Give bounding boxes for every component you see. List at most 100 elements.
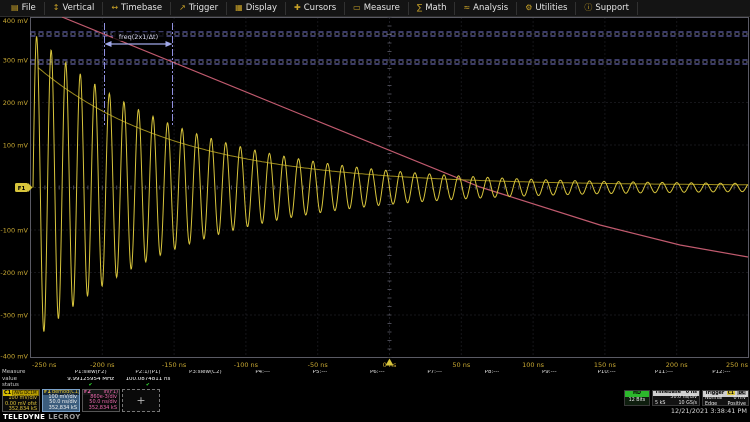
cursors-icon: ✚ — [294, 4, 301, 12]
measure-header-p5[interactable]: P5:--- — [291, 370, 348, 377]
y-axis-label: -100 mV — [0, 227, 28, 235]
measure-header-p2[interactable]: P2:1/(P1) — [119, 370, 176, 377]
trigger-box[interactable]: Trigger C1 DC Normal 0 mV Edge Positive — [702, 390, 749, 406]
menu-item-analysis[interactable]: ≈Analysis — [455, 2, 517, 15]
trace-descriptor-c1[interactable]: C1AVG DC1M100 mV/div0.00 mV ofst352,834 … — [2, 389, 40, 412]
y-axis-label: -200 mV — [0, 269, 28, 277]
x-axis-label: -250 ns — [32, 361, 57, 369]
measure-header-p6[interactable]: P6:--- — [349, 370, 406, 377]
x-axis-label: -150 ns — [162, 361, 187, 369]
y-axis-label: 400 mV — [3, 17, 29, 25]
measure-header-p3[interactable]: P3:slew(C2) — [177, 370, 234, 377]
measure-header-p11[interactable]: P11:--- — [635, 370, 692, 377]
zero-level-marker[interactable]: F1 — [15, 183, 33, 192]
utilities-icon: ⚙ — [525, 4, 532, 12]
trigger-mode: Normal — [705, 397, 722, 402]
measure-icon: ▭ — [353, 4, 361, 12]
measure-status-p4 — [234, 383, 291, 389]
measure-header-p4[interactable]: P4:--- — [234, 370, 291, 377]
measure-status-p6 — [349, 383, 406, 389]
x-axis-label: 200 ns — [666, 361, 689, 369]
y-axis-label: 100 mV — [3, 142, 29, 150]
measure-status-p12 — [693, 383, 750, 389]
y-axis-label: -300 mV — [0, 312, 28, 320]
menu-label: Measure — [364, 4, 400, 13]
timebase-scale: 50.0 ns/div — [670, 396, 697, 401]
x-axis-label: 250 ns — [726, 361, 749, 369]
vertical-icon: ↕ — [53, 4, 60, 12]
menu-item-vertical[interactable]: ↕Vertical — [45, 2, 104, 15]
trigger-icon: ↗ — [179, 4, 186, 12]
hd-mode-box[interactable]: HD 12 Bits — [624, 390, 650, 406]
y-axis-label: 300 mV — [3, 57, 29, 65]
menu-item-cursors[interactable]: ✚Cursors — [286, 2, 345, 15]
measure-status-p5 — [291, 383, 348, 389]
menu-label: Analysis — [473, 4, 508, 13]
measure-status-p3 — [177, 383, 234, 389]
menu-label: Support — [595, 4, 629, 13]
menu-label: Vertical — [63, 4, 95, 13]
menu-bar: ▤File↕Vertical↔Timebase↗Trigger▦Display✚… — [0, 0, 750, 17]
menu-item-display[interactable]: ▦Display — [227, 2, 286, 15]
timebase-rate: 10 GS/s — [678, 402, 697, 406]
arrowhead-right-icon — [166, 41, 173, 47]
math-icon: ∑ — [417, 4, 422, 12]
timebase-samples: 5 kS — [655, 402, 665, 406]
measure-header-p8[interactable]: P8:--- — [463, 370, 520, 377]
menu-item-timebase[interactable]: ↔Timebase — [103, 2, 171, 15]
x-axis-label: 150 ns — [594, 361, 617, 369]
measure-header-p1[interactable]: P1:slew(F2) — [62, 370, 119, 377]
y-axis-label: 200 mV — [3, 99, 29, 107]
trace-setting-2: 352,834 kS — [45, 406, 77, 411]
support-icon: ⓘ — [584, 4, 592, 12]
trace-descriptor-f2[interactable]: F2ln(F1)860e-3/div50.0 ns/div352,834 kS — [82, 389, 120, 412]
timebase-box[interactable]: Timebase 0 ns 50.0 ns/div 5 kS 10 GS/s — [652, 390, 700, 406]
timebase-icon: ↔ — [111, 4, 118, 12]
measure-table: MeasureP1:slew(F2)P2:1/(P1)P3:slew(C2)P4… — [0, 370, 750, 389]
x-axis-label: 50 ns — [452, 361, 470, 369]
menu-label: File — [22, 4, 36, 13]
trigger-type: Edge — [705, 403, 717, 406]
trigger-coupling-badge: DC — [737, 390, 746, 395]
y-axis-label: -400 mV — [0, 353, 28, 361]
menu-item-file[interactable]: ▤File — [3, 2, 45, 15]
measure-header-p10[interactable]: P10:--- — [578, 370, 635, 377]
trace-setting-2: 352,834 kS — [5, 407, 37, 412]
arrowhead-left-icon — [105, 41, 112, 47]
menu-item-trigger[interactable]: ↗Trigger — [171, 2, 227, 15]
analysis-icon: ≈ — [463, 4, 470, 12]
menu-item-measure[interactable]: ▭Measure — [345, 2, 409, 15]
menu-label: Timebase — [121, 4, 162, 13]
measure-header-p7[interactable]: P7:--- — [406, 370, 463, 377]
trace-f1-envelope — [38, 68, 748, 185]
brand-lecroy: LECROY — [48, 413, 80, 421]
bottom-panel: MeasureP1:slew(F2)P2:1/(P1)P3:slew(C2)P4… — [0, 370, 750, 422]
menu-label: Utilities — [535, 4, 567, 13]
trace-descriptor-f1[interactable]: F1demod(C1)100 mV/div50.0 ns/div352,834 … — [42, 389, 80, 412]
svg-text:F1: F1 — [18, 186, 26, 192]
menu-label: Trigger — [189, 4, 218, 13]
menu-item-utilities[interactable]: ⚙Utilities — [517, 2, 576, 15]
measure-status-p11 — [635, 383, 692, 389]
file-icon: ▤ — [11, 4, 19, 12]
trace-descriptor-row: C1AVG DC1M100 mV/div0.00 mV ofst352,834 … — [2, 389, 160, 412]
trace-setting-2: 352,834 kS — [85, 406, 117, 411]
menu-label: Math — [425, 4, 446, 13]
brand-teledyne: TELEDYNE — [3, 413, 45, 421]
trigger-level: 0 mV — [733, 397, 746, 402]
menu-label: Cursors — [304, 4, 336, 13]
menu-item-math[interactable]: ∑Math — [409, 2, 456, 15]
measure-header-p12[interactable]: P12:--- — [693, 370, 750, 377]
measure-status-p10 — [578, 383, 635, 389]
measure-header-p9[interactable]: P9:--- — [521, 370, 578, 377]
measure-status-p8 — [463, 383, 520, 389]
menu-item-support[interactable]: ⓘSupport — [576, 2, 638, 15]
measure-status-p7 — [406, 383, 463, 389]
measure-status-p9 — [521, 383, 578, 389]
x-axis-label: -100 ns — [234, 361, 259, 369]
display-icon: ▦ — [235, 4, 243, 12]
trigger-source-badge: C1 — [727, 390, 735, 395]
menu-label: Display — [246, 4, 277, 13]
add-trace-button[interactable]: + — [122, 389, 160, 412]
x-axis-label: -200 ns — [90, 361, 115, 369]
